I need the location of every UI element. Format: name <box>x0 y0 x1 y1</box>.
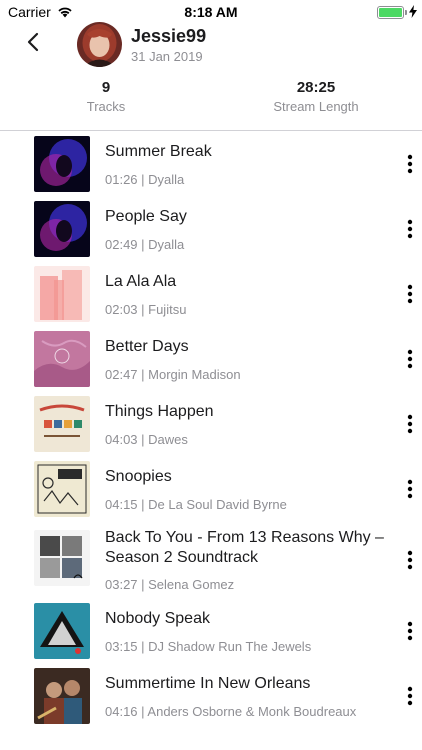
bolt-icon <box>409 5 417 18</box>
stat-stream-length: 28:25 Stream Length <box>256 79 376 114</box>
stat-tracks: 9 Tracks <box>66 79 146 114</box>
track-title: Better Days <box>105 338 189 355</box>
vertical-ellipsis-icon[interactable] <box>400 684 420 708</box>
profile-name: Jessie99 <box>131 26 207 46</box>
track-meta: 02:03 | Fujitsu <box>105 302 187 317</box>
track-meta: 02:47 | Morgin Madison <box>105 367 241 382</box>
avatar-image <box>77 22 122 67</box>
vertical-ellipsis-icon[interactable] <box>400 477 420 501</box>
vertical-ellipsis-icon[interactable] <box>400 619 420 643</box>
chevron-left-icon[interactable] <box>22 30 46 54</box>
track-title: Back To You - From 13 Reasons Why – Seas… <box>105 529 384 566</box>
album-art <box>34 461 90 517</box>
track-meta: 03:27 | Selena Gomez <box>105 577 235 592</box>
status-time: 8:18 AM <box>184 4 238 20</box>
profile-joined-date: 31 Jan 2019 <box>131 49 203 64</box>
vertical-ellipsis-icon[interactable] <box>400 217 420 241</box>
track-title: La Ala Ala <box>105 273 177 290</box>
vertical-ellipsis-icon[interactable] <box>400 282 420 306</box>
album-art <box>34 266 90 322</box>
track-meta: 04:15 | De La Soul David Byrne <box>105 497 287 512</box>
album-art <box>34 530 90 586</box>
vertical-ellipsis-icon[interactable] <box>400 412 420 436</box>
stat-tracks-label: Tracks <box>86 99 126 114</box>
track-title: Summertime In New Orleans <box>105 675 311 692</box>
stat-stream-length-value: 28:25 <box>296 79 336 96</box>
profile-screen: Carrier 8:18 AM Jessie99 31 Jan 2019 9 T… <box>0 0 422 750</box>
battery-level <box>379 8 402 17</box>
track-meta: 02:49 | Dyalla <box>105 237 185 252</box>
track-title: Snoopies <box>105 468 172 485</box>
track-meta: 04:16 | Anders Osborne & Monk Boudreaux <box>105 704 357 719</box>
vertical-ellipsis-icon[interactable] <box>400 347 420 371</box>
album-art <box>34 603 90 659</box>
battery-cap <box>405 10 407 15</box>
stat-stream-length-label: Stream Length <box>273 99 359 114</box>
album-art <box>34 201 90 257</box>
track-meta: 04:03 | Dawes <box>105 432 188 447</box>
track-title: Nobody Speak <box>105 610 210 627</box>
track-meta: 01:26 | Dyalla <box>105 172 185 187</box>
avatar[interactable] <box>77 22 122 67</box>
album-art <box>34 668 90 724</box>
track-title: Things Happen <box>105 403 214 420</box>
battery-icon <box>377 6 404 19</box>
track-meta: 03:15 | DJ Shadow Run The Jewels <box>105 639 312 654</box>
album-art <box>34 331 90 387</box>
header-divider <box>0 130 422 131</box>
vertical-ellipsis-icon[interactable] <box>400 152 420 176</box>
vertical-ellipsis-icon[interactable] <box>400 548 420 572</box>
status-bar: Carrier 8:18 AM <box>0 0 422 24</box>
track-title: People Say <box>105 208 187 225</box>
stat-tracks-value: 9 <box>101 79 111 96</box>
album-art <box>34 136 90 192</box>
track-title: Summer Break <box>105 143 212 160</box>
album-art <box>34 396 90 452</box>
